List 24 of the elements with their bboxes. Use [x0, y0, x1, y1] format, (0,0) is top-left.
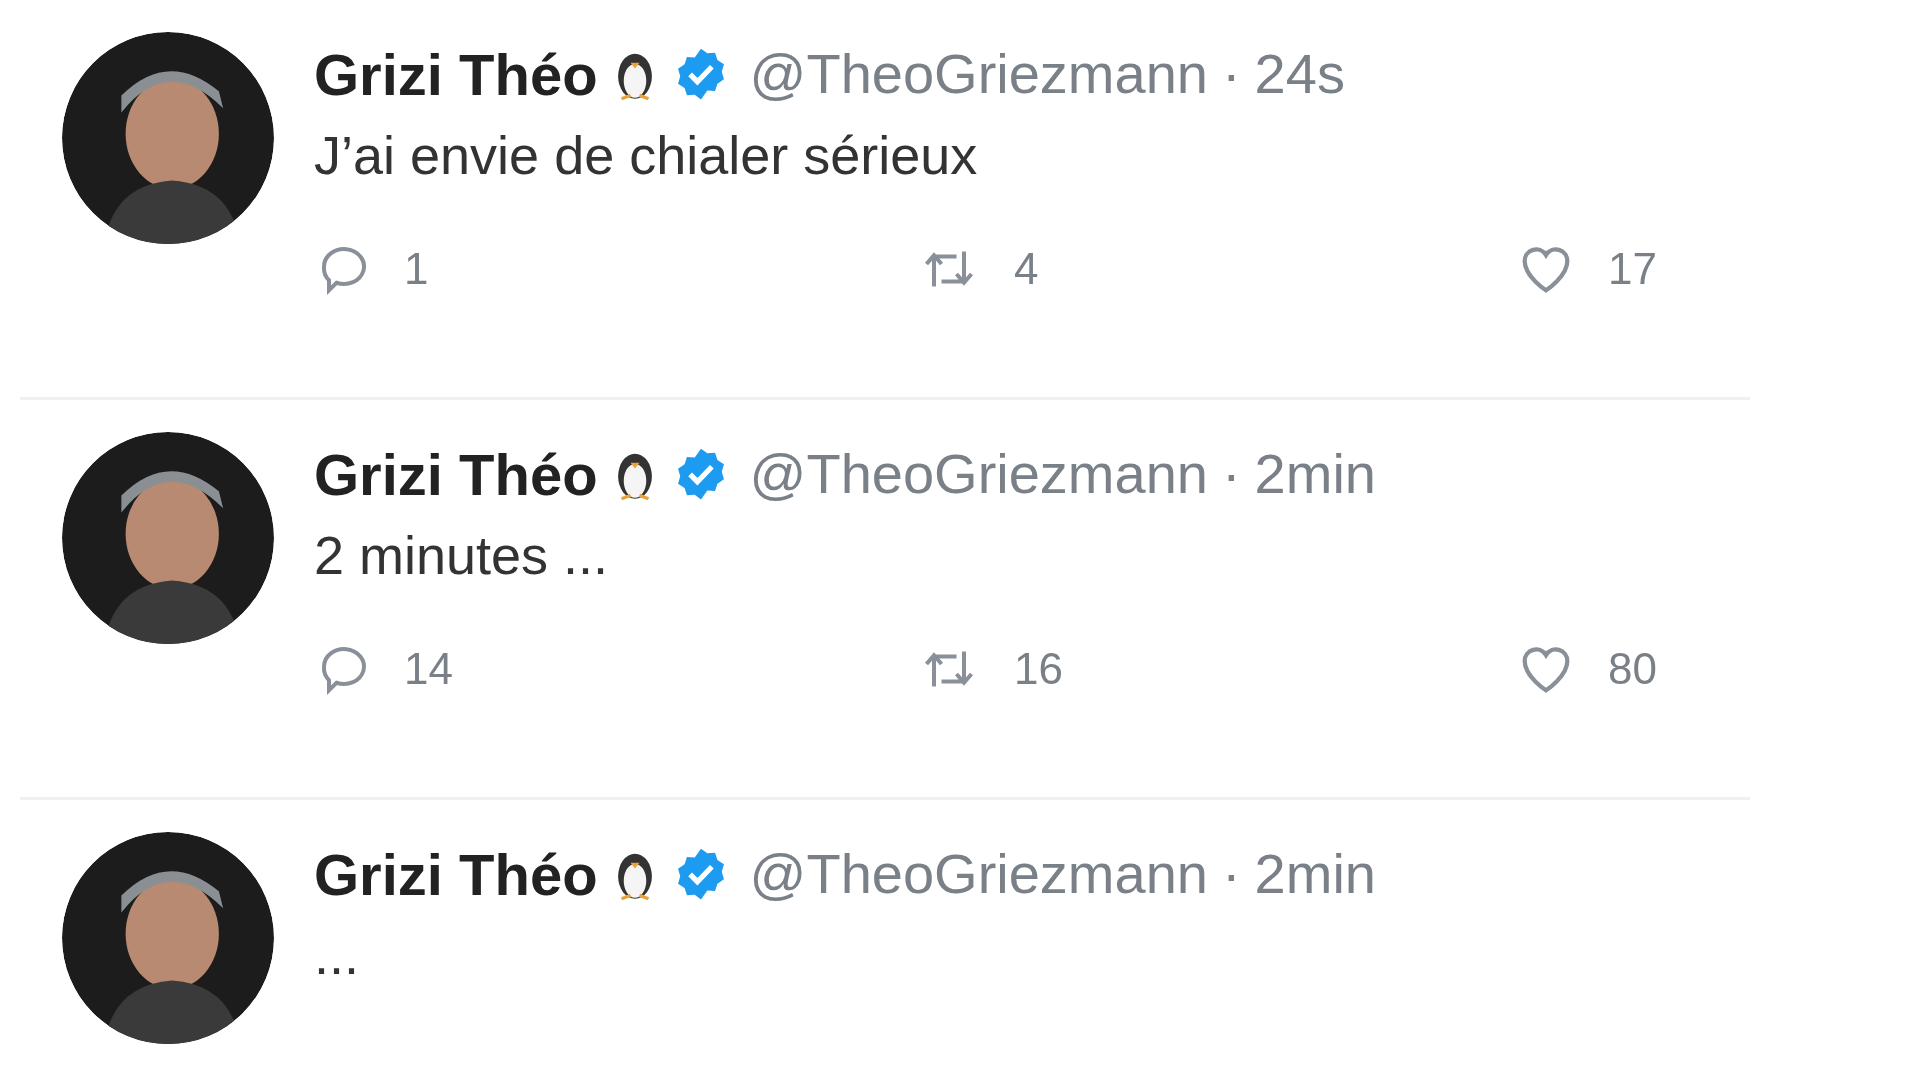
separator-dot: ·	[1221, 441, 1241, 507]
tweet-time[interactable]: 24s	[1254, 32, 1345, 116]
action-count: 1	[404, 242, 429, 295]
display-name[interactable]: Grizi Théo	[314, 30, 598, 118]
action-count: 17	[1608, 242, 1657, 295]
action-count: 4	[1014, 242, 1039, 295]
tweet-text: 2 minutes ...	[314, 524, 610, 587]
avatar[interactable]	[62, 432, 274, 644]
tweet-time[interactable]: 2min	[1254, 432, 1376, 516]
user-handle[interactable]: @TheoGriezmann	[749, 832, 1208, 916]
separator-dot: ·	[1221, 41, 1241, 107]
tweet-time[interactable]: 2min	[1254, 832, 1376, 916]
action-count: 16	[1014, 642, 1063, 695]
display-name[interactable]: Grizi Théo	[314, 830, 598, 918]
display-name[interactable]: Grizi Théo	[314, 430, 598, 518]
action-count: 80	[1608, 642, 1657, 695]
action-count: 14	[404, 642, 453, 695]
separator-dot: ·	[1221, 841, 1241, 907]
avatar[interactable]	[62, 32, 274, 244]
user-handle[interactable]: @TheoGriezmann	[749, 32, 1208, 116]
tweet-text: J’ai envie de chialer sérieux	[314, 124, 979, 187]
avatar[interactable]	[62, 832, 274, 1044]
user-handle[interactable]: @TheoGriezmann	[749, 432, 1208, 516]
tweet-text: ...	[314, 924, 360, 987]
